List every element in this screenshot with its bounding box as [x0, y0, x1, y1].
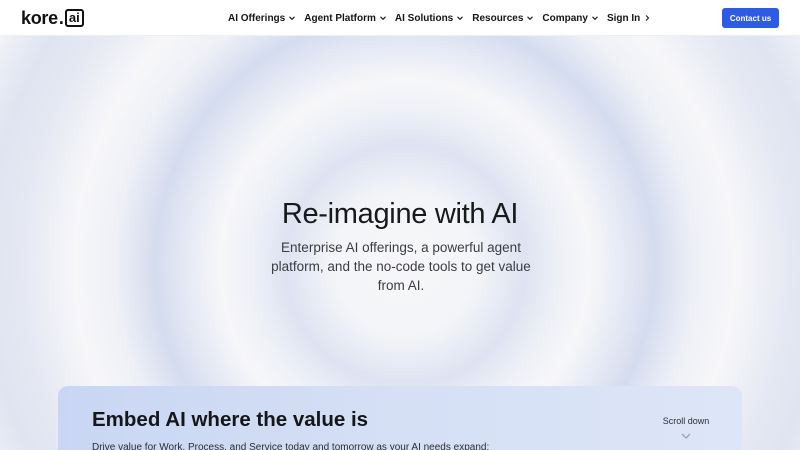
nav-item-label: Company — [542, 12, 588, 24]
kore-ai-logo[interactable]: kore . ai — [21, 8, 84, 28]
nav-item-label: AI Offerings — [228, 12, 286, 24]
scroll-down-label: Scroll down — [662, 416, 710, 426]
embed-subtitle: Drive value for Work, Process, and Servi… — [92, 442, 490, 450]
nav-item-label: AI Solutions — [394, 12, 454, 24]
nav-item-resources[interactable]: Resources — [472, 13, 534, 24]
chevron-down-icon — [457, 16, 464, 21]
embed-ai-card: Embed AI where the value is Drive value … — [58, 386, 742, 450]
logo-text: kore — [21, 7, 58, 28]
main-nav: AI Offerings Agent Platform AI Solutions… — [228, 0, 659, 36]
nav-item-company[interactable]: Company — [542, 13, 599, 24]
chevron-down-icon — [527, 16, 534, 21]
nav-item-label: Sign In — [606, 12, 641, 24]
nav-item-ai-offerings[interactable]: AI Offerings — [228, 13, 296, 24]
hero-title: Re-imagine with AI — [281, 198, 519, 230]
nav-item-ai-solutions[interactable]: AI Solutions — [395, 13, 464, 24]
chevron-down-icon — [681, 433, 691, 439]
contact-us-button[interactable]: Contact us — [722, 8, 779, 28]
top-navbar: kore . ai AI Offerings Agent Platform AI… — [0, 0, 800, 36]
nav-item-agent-platform[interactable]: Agent Platform — [304, 13, 387, 24]
hero-subtitle: Enterprise AI offerings, a powerful agen… — [271, 240, 531, 293]
nav-item-label: Resources — [472, 12, 524, 24]
embed-title: Embed AI where the value is — [92, 408, 369, 431]
chevron-down-icon — [289, 16, 296, 21]
chevron-down-icon — [592, 16, 598, 21]
nav-item-label: Agent Platform — [304, 12, 376, 24]
logo-dot: . — [58, 7, 64, 28]
nav-item-sign-in[interactable]: Sign In — [607, 13, 651, 24]
chevron-down-icon — [380, 16, 386, 21]
scroll-down-button[interactable]: Scroll down — [656, 416, 716, 440]
logo-ai-box: ai — [64, 9, 84, 27]
chevron-right-icon — [645, 15, 650, 21]
